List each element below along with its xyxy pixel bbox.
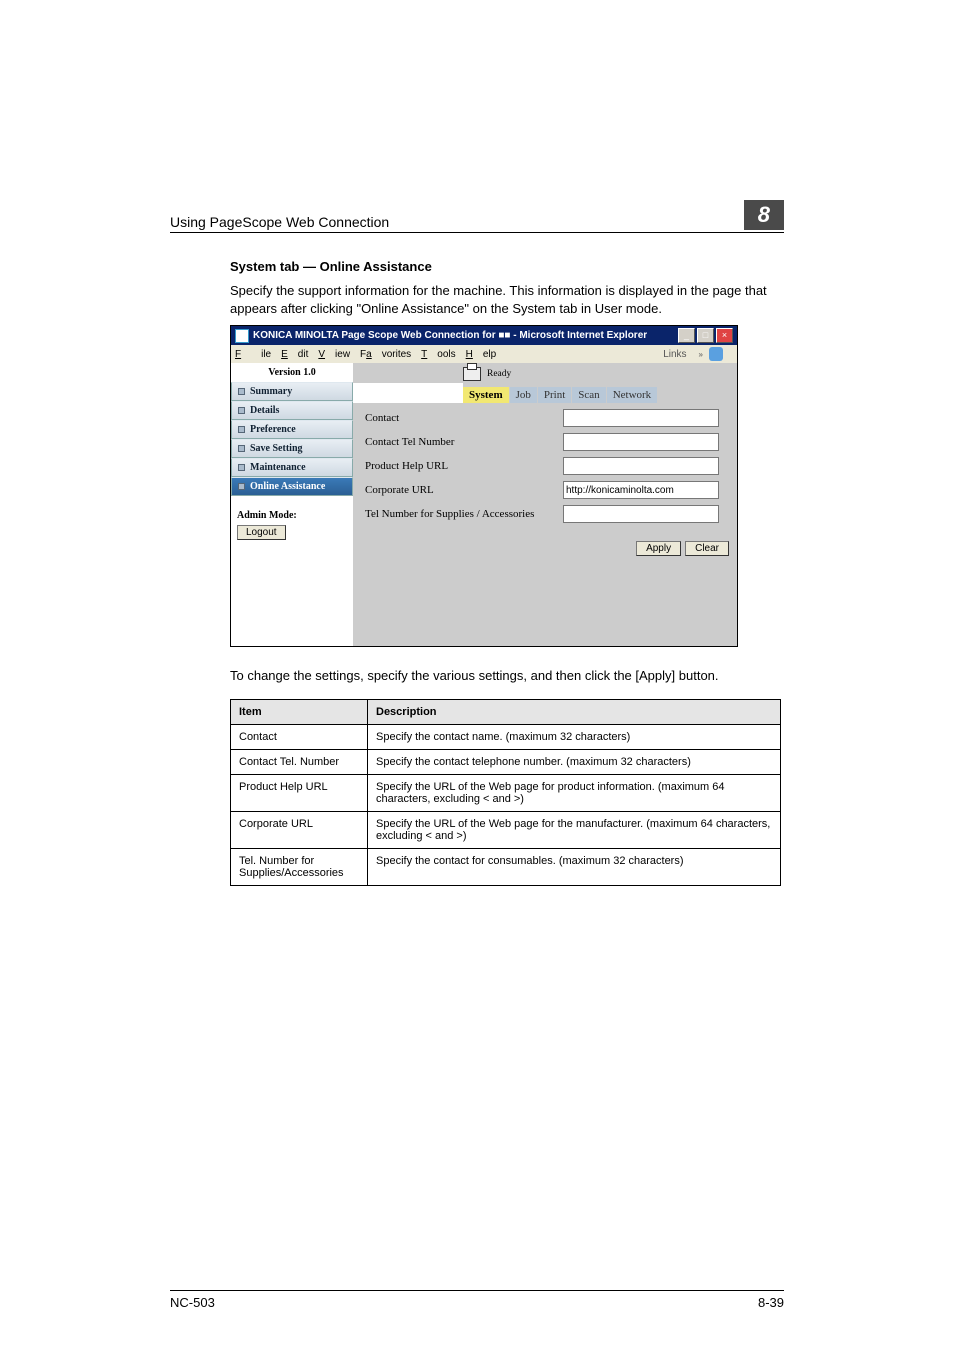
tab-network[interactable]: Network bbox=[607, 387, 658, 403]
marker-icon bbox=[238, 464, 245, 471]
marker-icon bbox=[238, 426, 245, 433]
links-label[interactable]: Links bbox=[663, 349, 686, 360]
sidebar-item-online-assistance[interactable]: Online Assistance bbox=[231, 477, 353, 496]
contact-input[interactable] bbox=[563, 409, 719, 427]
supplies-tel-label: Tel Number for Supplies / Accessories bbox=[365, 508, 563, 520]
status-text: Ready bbox=[487, 369, 511, 379]
logout-button[interactable]: Logout bbox=[237, 525, 286, 540]
browser-window: KONICA MINOLTA Page Scope Web Connection… bbox=[230, 325, 738, 647]
menu-file[interactable]: File bbox=[235, 349, 271, 360]
maximize-button[interactable]: □ bbox=[697, 328, 714, 343]
contact-label: Contact bbox=[365, 412, 563, 424]
version-label: Version 1.0 bbox=[231, 363, 353, 382]
supplies-tel-input[interactable] bbox=[563, 505, 719, 523]
intro-paragraph: Specify the support information for the … bbox=[230, 282, 784, 317]
tab-print[interactable]: Print bbox=[538, 387, 571, 403]
tab-system[interactable]: System bbox=[463, 387, 509, 403]
content-pane: Contact Contact Tel Number Product Help … bbox=[353, 403, 737, 533]
corporate-url-input[interactable] bbox=[563, 481, 719, 499]
description-table: Item Description Contact Specify the con… bbox=[230, 699, 781, 886]
minimize-button[interactable]: _ bbox=[678, 328, 695, 343]
section-title: Using PageScope Web Connection bbox=[170, 214, 389, 230]
menu-help[interactable]: Help bbox=[466, 349, 497, 360]
sidebar: Version 1.0 Summary Details Preference S… bbox=[231, 363, 353, 646]
admin-mode-label: Admin Mode: bbox=[237, 510, 297, 521]
tab-job[interactable]: Job bbox=[510, 387, 537, 403]
menu-view[interactable]: View bbox=[318, 349, 350, 360]
sidebar-item-maintenance[interactable]: Maintenance bbox=[231, 458, 353, 477]
chevron-right-icon[interactable]: » bbox=[699, 350, 703, 359]
chapter-number-badge: 8 bbox=[744, 200, 784, 230]
menu-tools[interactable]: Tools bbox=[421, 349, 455, 360]
table-row: Tel. Number for Supplies/Accessories Spe… bbox=[231, 848, 781, 885]
marker-icon bbox=[238, 483, 245, 490]
sidebar-item-details[interactable]: Details bbox=[231, 401, 353, 420]
product-help-label: Product Help URL bbox=[365, 460, 563, 472]
tab-scan[interactable]: Scan bbox=[572, 387, 605, 403]
sidebar-item-save-setting[interactable]: Save Setting bbox=[231, 439, 353, 458]
table-row: Product Help URL Specify the URL of the … bbox=[231, 774, 781, 811]
corporate-url-label: Corporate URL bbox=[365, 484, 563, 496]
table-row: Contact Specify the contact name. (maxim… bbox=[231, 724, 781, 749]
window-title: KONICA MINOLTA Page Scope Web Connection… bbox=[253, 330, 676, 341]
contact-tel-input[interactable] bbox=[563, 433, 719, 451]
sidebar-item-preference[interactable]: Preference bbox=[231, 420, 353, 439]
menu-bar: File Edit View Favorites Tools Help Link… bbox=[231, 345, 737, 363]
printer-icon bbox=[463, 367, 481, 381]
title-bar: KONICA MINOLTA Page Scope Web Connection… bbox=[231, 326, 737, 345]
footer-page-number: 8-39 bbox=[758, 1295, 784, 1310]
menu-edit[interactable]: Edit bbox=[281, 349, 308, 360]
marker-icon bbox=[238, 407, 245, 414]
marker-icon bbox=[238, 445, 245, 452]
ie-logo-icon bbox=[709, 347, 723, 361]
tab-bar: SystemJobPrintScanNetwork bbox=[463, 383, 737, 403]
table-row: Contact Tel. Number Specify the contact … bbox=[231, 749, 781, 774]
marker-icon bbox=[238, 388, 245, 395]
clear-button[interactable]: Clear bbox=[685, 541, 729, 556]
ie-page-icon bbox=[235, 329, 249, 343]
footer-model: NC-503 bbox=[170, 1295, 215, 1310]
contact-tel-label: Contact Tel Number bbox=[365, 436, 563, 448]
table-header-desc: Description bbox=[368, 699, 781, 724]
sub-heading: System tab — Online Assistance bbox=[230, 259, 784, 274]
close-button[interactable]: × bbox=[716, 328, 733, 343]
sidebar-item-summary[interactable]: Summary bbox=[231, 382, 353, 401]
table-header-item: Item bbox=[231, 699, 368, 724]
instruction-paragraph: To change the settings, specify the vari… bbox=[230, 667, 784, 685]
product-help-input[interactable] bbox=[563, 457, 719, 475]
menu-favorites[interactable]: Favorites bbox=[360, 349, 411, 360]
apply-button[interactable]: Apply bbox=[636, 541, 681, 556]
table-row: Corporate URL Specify the URL of the Web… bbox=[231, 811, 781, 848]
